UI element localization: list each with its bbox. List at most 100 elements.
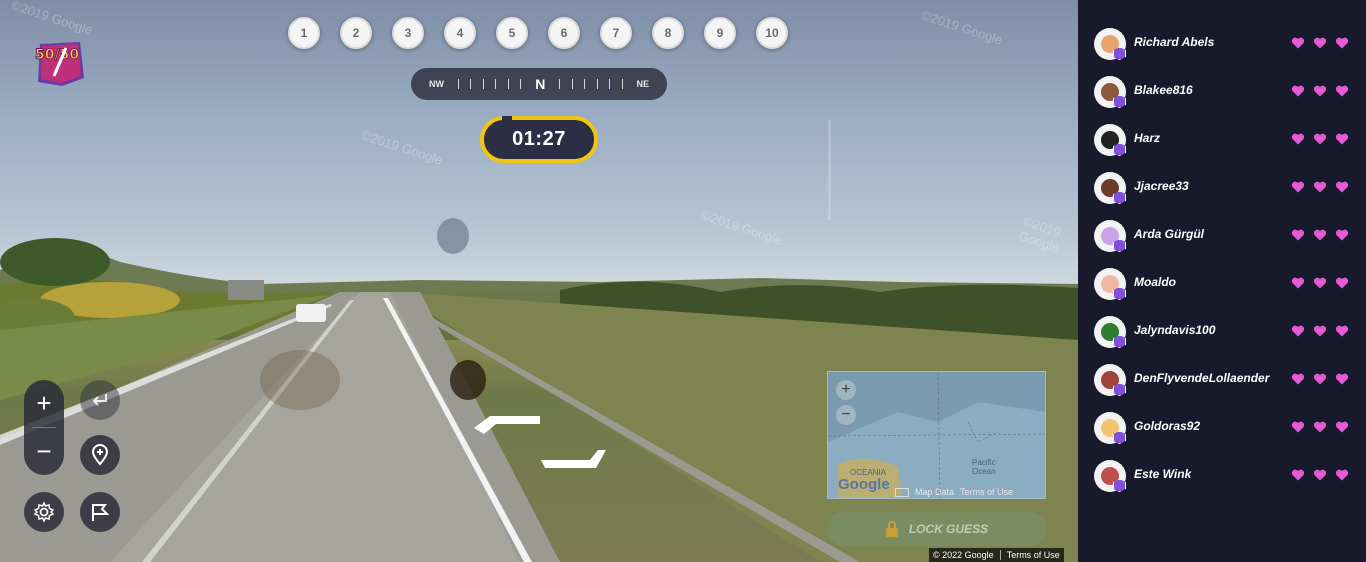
compass-ticks: [553, 79, 628, 89]
round-timer: 01:27: [480, 116, 598, 163]
round-button-9[interactable]: 9: [704, 17, 736, 49]
undo-button[interactable]: [80, 380, 120, 420]
player-name: Jalyndavis100: [1134, 323, 1216, 337]
player-name: Arda Gürgül: [1134, 227, 1205, 241]
round-button-7[interactable]: 7: [600, 17, 632, 49]
round-button-5[interactable]: 5: [496, 17, 528, 49]
guess-minimap[interactable]: + − OCEANIA Pacific Ocean Google: [827, 371, 1046, 499]
player-lives: [1291, 420, 1349, 434]
avatar: [1094, 364, 1126, 396]
round-selector: 1 2 3 4 5 6 7 8 9 10: [288, 17, 788, 49]
copyright-bar: © 2022 Google Terms of Use: [929, 548, 1064, 562]
heart-icon: [1313, 229, 1327, 241]
heart-icon: [1313, 325, 1327, 337]
player-row: Este Wink: [1078, 456, 1366, 496]
player-lives: [1291, 228, 1349, 242]
copyright-text: © 2022 Google: [933, 550, 994, 560]
heart-icon: [1335, 373, 1349, 385]
player-row: Richard Abels: [1078, 24, 1366, 64]
round-button-2[interactable]: 2: [340, 17, 372, 49]
compass-ticks: [452, 79, 527, 89]
heart-icon: [1335, 469, 1349, 481]
heart-icon: [1291, 277, 1305, 289]
undo-arrow-icon: [92, 394, 107, 406]
round-button-3[interactable]: 3: [392, 17, 424, 49]
player-name: Harz: [1134, 131, 1161, 145]
terms-of-use-link[interactable]: Terms of Use: [1007, 550, 1060, 560]
return-to-start-button[interactable]: [80, 435, 120, 475]
heart-icon: [1335, 85, 1349, 97]
player-row: Jjacree33: [1078, 168, 1366, 208]
heart-icon: [1335, 133, 1349, 145]
player-row: Harz: [1078, 120, 1366, 160]
heart-icon: [1313, 37, 1327, 49]
round-button-4[interactable]: 4: [444, 17, 476, 49]
compass-northwest: NW: [429, 79, 444, 89]
zoom-in-button[interactable]: +: [24, 380, 64, 426]
player-name: Blakee816: [1134, 83, 1193, 97]
minimap-terms-link[interactable]: Terms of Use: [960, 487, 1013, 497]
game-screen: ©2019 Google ©2019 Google ©2019 Google ©…: [0, 0, 1366, 562]
round-button-6[interactable]: 6: [548, 17, 580, 49]
avatar: [1094, 460, 1126, 492]
heart-icon: [1291, 373, 1305, 385]
heart-icon: [1335, 277, 1349, 289]
copyright-divider: [999, 550, 1001, 560]
heart-icon: [1291, 133, 1305, 145]
keyboard-icon[interactable]: [895, 487, 909, 497]
lock-guess-button[interactable]: LOCK GUESS: [827, 512, 1046, 546]
player-row: Goldoras92: [1078, 408, 1366, 448]
zoom-out-button[interactable]: −: [24, 428, 64, 474]
heart-icon: [1335, 325, 1349, 337]
timer-notch: [502, 116, 512, 122]
minimap-zoom-out[interactable]: −: [836, 405, 856, 425]
minimap-ocean-label: Pacific Ocean: [972, 458, 996, 476]
gear-icon: [33, 501, 55, 523]
zoom-controls: + −: [24, 380, 64, 475]
flag-icon: [92, 504, 110, 521]
logo-text-top: 50/50: [35, 47, 79, 63]
heart-icon: [1335, 421, 1349, 433]
player-row: Moaldo: [1078, 264, 1366, 304]
heart-icon: [1291, 421, 1305, 433]
nav-arrow-back[interactable]: [541, 450, 606, 468]
compass-northeast: NE: [636, 79, 650, 89]
compass-north: N: [535, 76, 546, 92]
report-flag-button[interactable]: [80, 492, 120, 532]
heart-icon: [1313, 85, 1327, 97]
avatar: [1094, 76, 1126, 108]
street-view-panorama[interactable]: ©2019 Google ©2019 Google ©2019 Google ©…: [0, 0, 1078, 562]
heart-icon: [1313, 181, 1327, 193]
heart-icon: [1313, 469, 1327, 481]
avatar: [1094, 124, 1126, 156]
avatar: [1094, 412, 1126, 444]
player-row: Jalyndavis100: [1078, 312, 1366, 352]
minimap-zoom-in[interactable]: +: [836, 380, 856, 400]
player-name: Jjacree33: [1134, 179, 1189, 193]
heart-icon: [1313, 277, 1327, 289]
player-name: DenFlyvendeLollaender: [1134, 371, 1270, 385]
map-data-link[interactable]: Map Data: [915, 487, 954, 497]
avatar: [1094, 268, 1126, 300]
fifty-fifty-logo-icon: 50/50: [35, 42, 84, 86]
minimap-footer: Map Data Terms of Use: [895, 485, 1013, 499]
round-button-1[interactable]: 1: [288, 17, 320, 49]
player-lives: [1291, 180, 1349, 194]
heart-icon: [1313, 373, 1327, 385]
player-lives: [1291, 372, 1349, 386]
heart-icon: [1291, 85, 1305, 97]
settings-button[interactable]: [24, 492, 64, 532]
player-lives: [1291, 132, 1349, 146]
lock-icon: [885, 521, 898, 537]
location-pin-icon: [91, 444, 109, 466]
heart-icon: [1291, 325, 1305, 337]
round-button-10[interactable]: 10: [756, 17, 788, 49]
player-name: Moaldo: [1134, 275, 1176, 289]
player-name: Este Wink: [1134, 467, 1192, 481]
heart-icon: [1335, 37, 1349, 49]
avatar: [1094, 28, 1126, 60]
player-row: DenFlyvendeLollaender: [1078, 360, 1366, 400]
heart-icon: [1313, 421, 1327, 433]
player-name: Goldoras92: [1134, 419, 1201, 433]
round-button-8[interactable]: 8: [652, 17, 684, 49]
